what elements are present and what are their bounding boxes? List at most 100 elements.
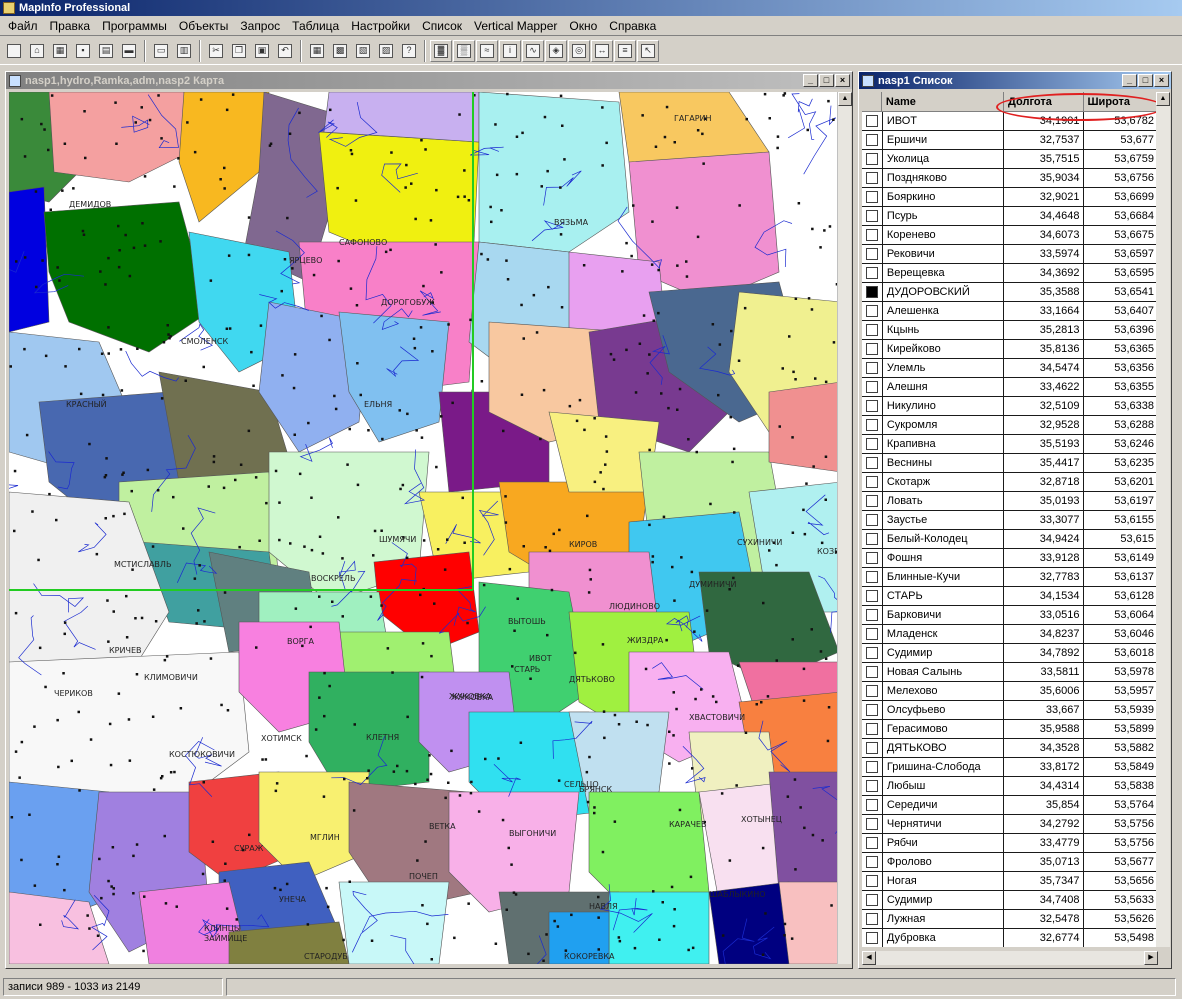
cell-longitude[interactable]: 33,4622: [1004, 378, 1084, 396]
checkbox[interactable]: [865, 723, 878, 735]
cell-longitude[interactable]: 32,5109: [1004, 397, 1084, 415]
checkbox[interactable]: [865, 362, 878, 374]
stack-button[interactable]: ≡: [614, 39, 636, 62]
checkbox[interactable]: [865, 761, 878, 773]
row-select-checkbox[interactable]: [862, 587, 882, 605]
table-row[interactable]: Судимир 34,7408 53,5633: [862, 891, 1158, 910]
row-select-checkbox[interactable]: [862, 739, 882, 757]
cell-latitude[interactable]: 53,6356: [1084, 359, 1158, 377]
checkbox[interactable]: [865, 514, 878, 526]
cell-name[interactable]: Ногая: [881, 872, 1005, 890]
checkbox[interactable]: [865, 685, 878, 697]
checkbox[interactable]: [865, 742, 878, 754]
maximize-button[interactable]: □: [819, 74, 834, 87]
cell-latitude[interactable]: 53,6338: [1084, 397, 1158, 415]
cell-name[interactable]: Судимир: [881, 644, 1005, 662]
row-select-checkbox[interactable]: [862, 606, 882, 624]
cell-name[interactable]: Гришина-Слобода: [881, 758, 1005, 776]
cell-latitude[interactable]: 53,6699: [1084, 188, 1158, 206]
row-select-checkbox[interactable]: [862, 169, 882, 187]
cut-button[interactable]: ✂: [205, 40, 227, 62]
cell-name[interactable]: Бояркино: [881, 188, 1005, 206]
checkbox[interactable]: [865, 780, 878, 792]
cell-latitude[interactable]: 53,5633: [1084, 891, 1158, 909]
cell-latitude[interactable]: 53,6235: [1084, 454, 1158, 472]
help-pointer-button[interactable]: ?: [398, 40, 420, 62]
cell-latitude[interactable]: 53,5677: [1084, 853, 1158, 871]
row-select-checkbox[interactable]: [862, 511, 882, 529]
cell-latitude[interactable]: 53,6246: [1084, 435, 1158, 453]
table-row[interactable]: Кцынь 35,2813 53,6396: [862, 321, 1158, 340]
checkbox[interactable]: [865, 894, 878, 906]
scroll-left-arrow[interactable]: ◀: [862, 951, 876, 965]
row-select-checkbox[interactable]: [862, 910, 882, 928]
cell-name[interactable]: Мелехово: [881, 682, 1005, 700]
cell-longitude[interactable]: 32,7783: [1004, 568, 1084, 586]
folder-button[interactable]: ▬: [118, 40, 140, 62]
table-row[interactable]: Рековичи 33,5974 53,6597: [862, 245, 1158, 264]
cell-latitude[interactable]: 53,6355: [1084, 378, 1158, 396]
paste-button[interactable]: ▣: [251, 40, 273, 62]
save-button[interactable]: ▪: [72, 40, 94, 62]
cell-longitude[interactable]: 34,3692: [1004, 264, 1084, 282]
checkbox[interactable]: [865, 647, 878, 659]
row-select-checkbox[interactable]: [862, 929, 882, 947]
cell-longitude[interactable]: 33,4779: [1004, 834, 1084, 852]
cell-name[interactable]: ИВОТ: [881, 112, 1005, 130]
row-select-checkbox[interactable]: [862, 397, 882, 415]
checkbox[interactable]: [865, 533, 878, 545]
cell-latitude[interactable]: 53,6684: [1084, 207, 1158, 225]
select-arrow-button[interactable]: ↖: [637, 39, 659, 62]
cell-longitude[interactable]: 33,9128: [1004, 549, 1084, 567]
checkbox[interactable]: [865, 799, 878, 811]
cell-latitude[interactable]: 53,5939: [1084, 701, 1158, 719]
cell-name[interactable]: Ершичи: [881, 131, 1005, 149]
checkbox[interactable]: [865, 267, 878, 279]
row-select-checkbox[interactable]: [862, 758, 882, 776]
cell-name[interactable]: Сукромля: [881, 416, 1005, 434]
cell-name[interactable]: Алешня: [881, 378, 1005, 396]
undo-button[interactable]: ↶: [274, 40, 296, 62]
row-select-checkbox[interactable]: [862, 549, 882, 567]
table-row[interactable]: Веснины 35,4417 53,6235: [862, 454, 1158, 473]
cell-longitude[interactable]: 33,667: [1004, 701, 1084, 719]
row-select-checkbox[interactable]: [862, 568, 882, 586]
cell-longitude[interactable]: 34,6073: [1004, 226, 1084, 244]
minimize-button[interactable]: _: [1122, 74, 1137, 87]
cell-name[interactable]: Дубровка: [881, 929, 1005, 947]
table-row[interactable]: Дубровка 32,6774 53,5498: [862, 929, 1158, 947]
menu-item[interactable]: Vertical Mapper: [468, 17, 563, 35]
region-tool-button[interactable]: ◈: [545, 39, 567, 62]
cell-latitude[interactable]: 53,6155: [1084, 511, 1158, 529]
cell-name[interactable]: Младенск: [881, 625, 1005, 643]
table-row[interactable]: Блинные-Кучи 32,7783 53,6137: [862, 568, 1158, 587]
checkbox[interactable]: [865, 286, 878, 298]
cell-longitude[interactable]: 32,6774: [1004, 929, 1084, 947]
cell-name[interactable]: Середичи: [881, 796, 1005, 814]
cell-name[interactable]: Крапивна: [881, 435, 1005, 453]
cell-longitude[interactable]: 35,2813: [1004, 321, 1084, 339]
cell-latitude[interactable]: 53,6046: [1084, 625, 1158, 643]
cell-name[interactable]: Псурь: [881, 207, 1005, 225]
scroll-up-arrow[interactable]: ▲: [1156, 92, 1170, 106]
checkbox[interactable]: [865, 400, 878, 412]
measure-button[interactable]: ↔: [591, 39, 613, 62]
checkbox[interactable]: [865, 153, 878, 165]
new-browser-button[interactable]: ▦: [306, 40, 328, 62]
row-select-checkbox[interactable]: [862, 359, 882, 377]
checkbox[interactable]: [865, 628, 878, 640]
cell-latitude[interactable]: 53,6396: [1084, 321, 1158, 339]
cell-longitude[interactable]: 33,5974: [1004, 245, 1084, 263]
close-button[interactable]: ×: [835, 74, 850, 87]
table-row[interactable]: Поздняково 35,9034 53,6756: [862, 169, 1158, 188]
table-row[interactable]: ДЯТЬКОВО 34,3528 53,5882: [862, 739, 1158, 758]
grid-layers-button[interactable]: ▒: [453, 39, 475, 62]
checkbox[interactable]: [865, 571, 878, 583]
row-select-checkbox[interactable]: [862, 720, 882, 738]
cell-name[interactable]: Никулино: [881, 397, 1005, 415]
row-select-checkbox[interactable]: [862, 378, 882, 396]
cell-name[interactable]: Блинные-Кучи: [881, 568, 1005, 586]
menu-item[interactable]: Настройки: [345, 17, 416, 35]
cell-latitude[interactable]: 53,5656: [1084, 872, 1158, 890]
cell-name[interactable]: Рековичи: [881, 245, 1005, 263]
